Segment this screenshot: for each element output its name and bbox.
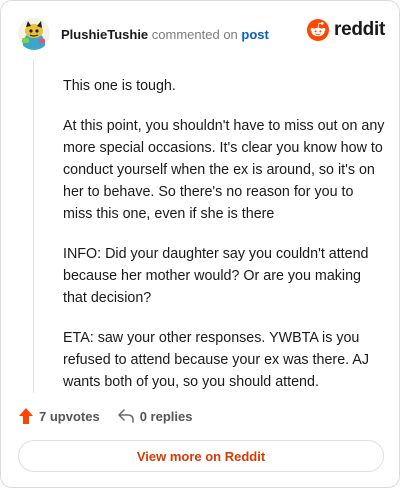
- view-more-button[interactable]: View more on Reddit: [18, 440, 384, 472]
- thread-line: [33, 59, 34, 393]
- post-link[interactable]: post: [241, 27, 268, 42]
- username-link[interactable]: PlushieTushie: [61, 27, 148, 42]
- upvote-count: 7 upvotes: [39, 408, 100, 424]
- upvote-button[interactable]: 7 upvotes: [19, 408, 100, 424]
- reply-arrow-icon: [117, 409, 134, 423]
- reddit-brand[interactable]: reddit: [307, 19, 385, 41]
- comment-paragraph: INFO: Did your daughter say you couldn't…: [63, 246, 369, 306]
- upvote-arrow-icon: [19, 408, 33, 424]
- commented-on-text: commented on: [151, 26, 238, 42]
- user-avatar[interactable]: [18, 18, 50, 50]
- comment-byline: PlushieTushie commented on post: [61, 27, 269, 42]
- comment-body: This one is tough. At this point, you sh…: [63, 75, 385, 411]
- reddit-wordmark: reddit: [334, 19, 385, 40]
- reddit-logo-icon: [307, 19, 330, 41]
- comment-paragraph: At this point, you shouldn't have to mis…: [63, 118, 385, 222]
- comment-paragraph: This one is tough.: [63, 78, 176, 94]
- comment-embed-card: PlushieTushie commented on post reddit T…: [0, 0, 400, 488]
- snoo-avatar-icon: [18, 18, 50, 50]
- reply-button[interactable]: 0 replies: [117, 408, 193, 424]
- reply-count: 0 replies: [139, 408, 193, 424]
- comment-actions: 7 upvotes 0 replies: [19, 405, 192, 427]
- comment-paragraph: ETA: saw your other responses. YWBTA is …: [63, 330, 369, 390]
